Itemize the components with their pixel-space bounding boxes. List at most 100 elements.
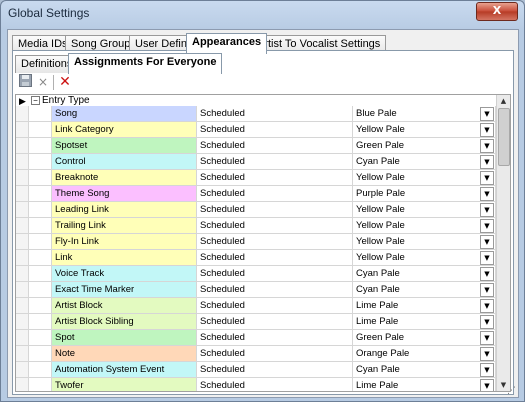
table-row[interactable]: Theme Song Scheduled Purple Pale ▼ xyxy=(16,186,496,202)
resize-grip-icon[interactable]: ⋰ xyxy=(507,386,516,396)
color-select[interactable]: Lime Pale ▼ xyxy=(353,378,496,391)
row-selector[interactable] xyxy=(16,314,29,329)
color-select[interactable]: Cyan Pale ▼ xyxy=(353,282,496,297)
status-cell[interactable]: Scheduled xyxy=(197,106,353,121)
scroll-thumb[interactable] xyxy=(498,108,510,166)
dropdown-arrow-icon[interactable]: ▼ xyxy=(480,379,494,391)
table-row[interactable]: Automation System Event Scheduled Cyan Pal… xyxy=(16,362,496,378)
dropdown-arrow-icon[interactable]: ▼ xyxy=(480,107,494,121)
row-selector[interactable] xyxy=(16,346,29,361)
table-row[interactable]: Artist Block Sibling Scheduled Lime Pale ▼ xyxy=(16,314,496,330)
row-selector[interactable] xyxy=(16,234,29,249)
table-row[interactable]: Note Scheduled Orange Pale ▼ xyxy=(16,346,496,362)
table-row[interactable]: Breaknote Scheduled Yellow Pale ▼ xyxy=(16,170,496,186)
status-cell[interactable]: Scheduled xyxy=(197,378,353,391)
tab-assignments-for-everyone[interactable]: Assignments For Everyone xyxy=(68,53,223,74)
status-cell[interactable]: Scheduled xyxy=(197,282,353,297)
status-cell[interactable]: Scheduled xyxy=(197,202,353,217)
status-cell[interactable]: Scheduled xyxy=(197,218,353,233)
dropdown-arrow-icon[interactable]: ▼ xyxy=(480,267,494,281)
dropdown-arrow-icon[interactable]: ▼ xyxy=(480,155,494,169)
dropdown-arrow-icon[interactable]: ▼ xyxy=(480,203,494,217)
dropdown-arrow-icon[interactable]: ▼ xyxy=(480,139,494,153)
table-row[interactable]: Leading Link Scheduled Yellow Pale ▼ xyxy=(16,202,496,218)
tab-appearances[interactable]: Appearances xyxy=(186,33,268,54)
delete-icon[interactable]: ✕ xyxy=(57,74,73,90)
status-cell[interactable]: Scheduled xyxy=(197,330,353,345)
status-cell[interactable]: Scheduled xyxy=(197,154,353,169)
collapse-icon[interactable]: − xyxy=(31,96,40,105)
dropdown-arrow-icon[interactable]: ▼ xyxy=(480,299,494,313)
color-select[interactable]: Cyan Pale ▼ xyxy=(353,362,496,377)
row-selector[interactable] xyxy=(16,122,29,137)
dropdown-arrow-icon[interactable]: ▼ xyxy=(480,331,494,345)
row-selector[interactable] xyxy=(16,362,29,377)
table-row[interactable]: Control Scheduled Cyan Pale ▼ xyxy=(16,154,496,170)
dropdown-arrow-icon[interactable]: ▼ xyxy=(480,347,494,361)
color-select[interactable]: Green Pale ▼ xyxy=(353,138,496,153)
table-row[interactable]: Voice Track Scheduled Cyan Pale ▼ xyxy=(16,266,496,282)
dropdown-arrow-icon[interactable]: ▼ xyxy=(480,315,494,329)
dropdown-arrow-icon[interactable]: ▼ xyxy=(480,171,494,185)
title-bar[interactable]: Global Settings X xyxy=(1,1,524,27)
table-row[interactable]: Link Scheduled Yellow Pale ▼ xyxy=(16,250,496,266)
color-select[interactable]: Orange Pale ▼ xyxy=(353,346,496,361)
row-selector[interactable] xyxy=(16,330,29,345)
status-cell[interactable]: Scheduled xyxy=(197,250,353,265)
table-row[interactable]: Fly-In Link Scheduled Yellow Pale ▼ xyxy=(16,234,496,250)
row-selector[interactable] xyxy=(16,218,29,233)
table-row[interactable]: Spot Scheduled Green Pale ▼ xyxy=(16,330,496,346)
status-cell[interactable]: Scheduled xyxy=(197,170,353,185)
color-select[interactable]: Cyan Pale ▼ xyxy=(353,154,496,169)
table-row[interactable]: Artist Block Scheduled Lime Pale ▼ xyxy=(16,298,496,314)
status-cell[interactable]: Scheduled xyxy=(197,314,353,329)
close-button[interactable]: X xyxy=(476,2,518,21)
dropdown-arrow-icon[interactable]: ▼ xyxy=(480,363,494,377)
scroll-up-icon[interactable]: ▲ xyxy=(497,95,510,107)
table-row[interactable]: Trailing Link Scheduled Yellow Pale ▼ xyxy=(16,218,496,234)
dropdown-arrow-icon[interactable]: ▼ xyxy=(480,123,494,137)
table-row[interactable]: Link Category Scheduled Yellow Pale ▼ xyxy=(16,122,496,138)
table-row[interactable]: Song Scheduled Blue Pale ▼ xyxy=(16,106,496,122)
status-cell[interactable]: Scheduled xyxy=(197,346,353,361)
table-row[interactable]: Exact Time Marker Scheduled Cyan Pale ▼ xyxy=(16,282,496,298)
status-cell[interactable]: Scheduled xyxy=(197,298,353,313)
row-selector[interactable] xyxy=(16,138,29,153)
color-select[interactable]: Lime Pale ▼ xyxy=(353,314,496,329)
color-select[interactable]: Cyan Pale ▼ xyxy=(353,266,496,281)
dropdown-arrow-icon[interactable]: ▼ xyxy=(480,283,494,297)
color-select[interactable]: Green Pale ▼ xyxy=(353,330,496,345)
status-cell[interactable]: Scheduled xyxy=(197,266,353,281)
row-selector[interactable] xyxy=(16,170,29,185)
color-select[interactable]: Yellow Pale ▼ xyxy=(353,250,496,265)
table-row[interactable]: Twofer Scheduled Lime Pale ▼ xyxy=(16,378,496,391)
status-cell[interactable]: Scheduled xyxy=(197,362,353,377)
row-selector[interactable] xyxy=(16,298,29,313)
row-selector[interactable] xyxy=(16,266,29,281)
status-cell[interactable]: Scheduled xyxy=(197,186,353,201)
color-select[interactable]: Yellow Pale ▼ xyxy=(353,122,496,137)
dropdown-arrow-icon[interactable]: ▼ xyxy=(480,187,494,201)
status-cell[interactable]: Scheduled xyxy=(197,122,353,137)
vertical-scrollbar[interactable]: ▲ ▼ xyxy=(496,95,510,391)
row-selector[interactable] xyxy=(16,186,29,201)
color-select[interactable]: Lime Pale ▼ xyxy=(353,298,496,313)
color-select[interactable]: Blue Pale ▼ xyxy=(353,106,496,121)
color-select[interactable]: Yellow Pale ▼ xyxy=(353,202,496,217)
cancel-icon[interactable]: × xyxy=(35,74,51,90)
row-selector[interactable] xyxy=(16,282,29,297)
dropdown-arrow-icon[interactable]: ▼ xyxy=(480,219,494,233)
color-select[interactable]: Yellow Pale ▼ xyxy=(353,218,496,233)
row-selector[interactable] xyxy=(16,378,29,391)
status-cell[interactable]: Scheduled xyxy=(197,234,353,249)
table-row[interactable]: Spotset Scheduled Green Pale ▼ xyxy=(16,138,496,154)
dropdown-arrow-icon[interactable]: ▼ xyxy=(480,251,494,265)
status-cell[interactable]: Scheduled xyxy=(197,138,353,153)
row-selector[interactable] xyxy=(16,202,29,217)
row-selector[interactable] xyxy=(16,154,29,169)
row-selector[interactable] xyxy=(16,106,29,121)
save-icon[interactable] xyxy=(17,74,33,90)
color-select[interactable]: Purple Pale ▼ xyxy=(353,186,496,201)
color-select[interactable]: Yellow Pale ▼ xyxy=(353,170,496,185)
dropdown-arrow-icon[interactable]: ▼ xyxy=(480,235,494,249)
